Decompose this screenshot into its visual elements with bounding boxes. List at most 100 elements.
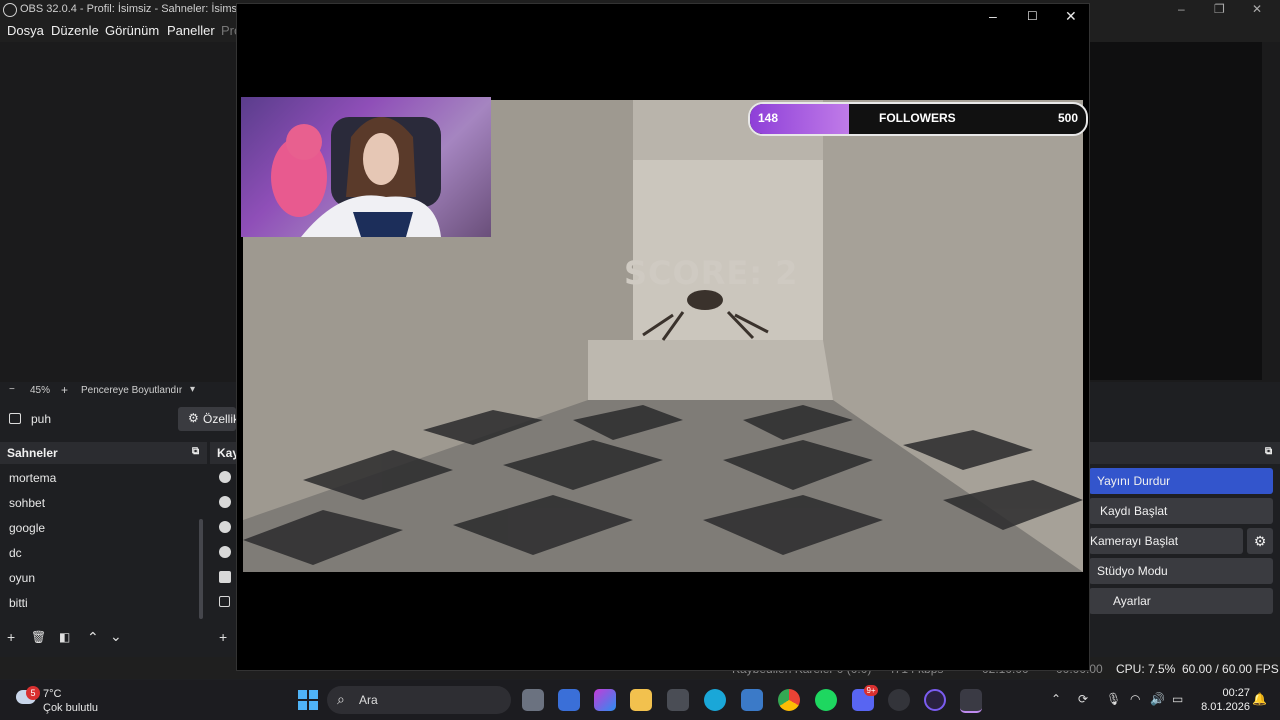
- image-icon[interactable]: [219, 596, 230, 607]
- browser-source-icon[interactable]: [219, 496, 231, 508]
- zoom-level: 45%: [30, 385, 51, 396]
- volume-icon[interactable]: 🔊: [1150, 692, 1165, 706]
- zoom-bar: − 45% + Pencereye Boyutlandır ▾: [0, 382, 236, 400]
- battery-icon[interactable]: ▭: [1172, 692, 1183, 706]
- move-down-icon[interactable]: ⌄: [110, 628, 122, 645]
- stop-stream-button[interactable]: Yayını Durdur: [1089, 468, 1273, 494]
- followers-current: 148: [758, 111, 779, 125]
- zoom-out-button[interactable]: −: [9, 384, 15, 395]
- scene-item[interactable]: dc: [9, 546, 22, 560]
- spotify-icon[interactable]: [815, 689, 837, 711]
- sources-header: Kay: [210, 442, 239, 464]
- add-scene-icon[interactable]: +: [7, 629, 15, 645]
- game-app-icon[interactable]: [741, 689, 763, 711]
- close-icon[interactable]: ✕: [1252, 2, 1262, 16]
- file-explorer-icon[interactable]: [630, 689, 652, 711]
- obs-taskbar-icon[interactable]: [960, 689, 982, 713]
- undock-icon[interactable]: ⧉: [1265, 446, 1272, 457]
- weather-desc: Çok bulutlu: [43, 702, 99, 714]
- followers-goal-bar: 148 FOLLOWERS 500: [748, 102, 1088, 136]
- score-display: SCORE: 2: [624, 254, 799, 292]
- start-camera-label: Kamerayı Başlat: [1090, 534, 1179, 548]
- task-view-icon[interactable]: [522, 689, 544, 711]
- notification-icon[interactable]: 🔔: [1252, 692, 1267, 706]
- scenes-title: Sahneler: [7, 446, 58, 460]
- fit-window-label[interactable]: Pencereye Boyutlandır: [81, 385, 182, 396]
- camera-icon[interactable]: [219, 571, 231, 583]
- maximize-icon[interactable]: ☐: [1027, 9, 1038, 23]
- camera-settings-gear-icon[interactable]: ⚙: [1247, 528, 1273, 554]
- stop-stream-label: Yayını Durdur: [1097, 474, 1171, 488]
- scenes-scrollbar[interactable]: [199, 519, 203, 619]
- browser-source-icon[interactable]: [219, 471, 231, 483]
- steam-icon[interactable]: [888, 689, 910, 711]
- menu-gorunum[interactable]: Görünüm: [105, 23, 159, 38]
- chrome-icon[interactable]: [778, 689, 800, 711]
- weather-temp: 7°C: [43, 688, 62, 700]
- sources-list: [210, 464, 236, 626]
- scenes-toolbar: + 🗑 ◧ ⌃ ⌄ +: [0, 628, 236, 650]
- minimize-icon[interactable]: –: [1178, 2, 1185, 16]
- current-scene-name: puh: [31, 412, 52, 426]
- studio-mode-button[interactable]: Stüdyo Modu: [1089, 558, 1273, 584]
- scenes-header: Sahneler ⧉: [0, 442, 207, 464]
- cpu-usage: CPU: 7.5%: [1116, 662, 1176, 676]
- add-source-icon[interactable]: +: [219, 629, 227, 645]
- menu-paneller[interactable]: Paneller: [167, 23, 215, 38]
- obs-window-title: OBS 32.0.4 - Profil: İsimsiz - Sahneler:…: [20, 3, 245, 15]
- browser-source-icon[interactable]: [219, 521, 231, 533]
- properties-label: Özellik: [203, 412, 240, 426]
- teams-icon[interactable]: [558, 689, 580, 711]
- filters-icon[interactable]: ◧: [59, 630, 70, 644]
- zoom-in-button[interactable]: +: [61, 383, 68, 397]
- wifi-icon[interactable]: ◠: [1130, 692, 1140, 706]
- microphone-icon[interactable]: 🎙: [1106, 692, 1121, 706]
- start-menu-icon[interactable]: [297, 689, 319, 711]
- properties-button[interactable]: ⚙ Özellik: [178, 407, 240, 431]
- taskbar-search[interactable]: ⌕ Ara: [327, 686, 511, 714]
- app-icon[interactable]: [667, 689, 689, 711]
- settings-button[interactable]: Ayarlar: [1089, 588, 1273, 614]
- menu-dosya[interactable]: Dosya: [7, 23, 44, 38]
- browser-source-icon[interactable]: [219, 546, 231, 558]
- scene-item[interactable]: sohbet: [9, 496, 45, 510]
- discord-badge: 9+: [864, 685, 878, 696]
- fps-display: 60.00 / 60.00 FPS: [1182, 662, 1279, 676]
- chevron-down-icon[interactable]: ▾: [190, 384, 195, 395]
- scene-item[interactable]: bitti: [9, 596, 28, 610]
- followers-goal: 500: [1057, 111, 1078, 125]
- obs-logo-icon: [3, 3, 17, 17]
- start-record-button[interactable]: Kaydı Başlat: [1089, 498, 1273, 524]
- trash-icon[interactable]: 🗑: [31, 630, 46, 644]
- webcam-overlay: [241, 97, 491, 237]
- clock-date: 8.01.2026: [1201, 701, 1250, 713]
- settings-label: Ayarlar: [1113, 594, 1151, 608]
- sync-icon[interactable]: ⟳: [1078, 692, 1088, 706]
- followers-label: FOLLOWERS: [879, 111, 956, 125]
- restore-icon[interactable]: ❐: [1214, 2, 1225, 16]
- game-window[interactable]: – ☐ ✕ 148 FOLLOWERS 500 SCORE: 2: [236, 3, 1090, 671]
- scenes-list: mortema sohbet google dc oyun bitti: [0, 464, 207, 626]
- weather-badge: 5: [26, 686, 40, 700]
- taskbar-clock[interactable]: 00:27 8.01.2026: [1201, 686, 1250, 714]
- monitor-icon: [9, 413, 21, 424]
- app-circle-icon[interactable]: [924, 689, 946, 711]
- scene-item[interactable]: google: [9, 521, 45, 535]
- undock-icon[interactable]: ⧉: [192, 446, 199, 457]
- close-icon[interactable]: ✕: [1065, 8, 1077, 25]
- chevron-up-icon[interactable]: ⌃: [1051, 692, 1061, 706]
- copilot-icon[interactable]: [594, 689, 616, 711]
- scene-item[interactable]: oyun: [9, 571, 35, 585]
- clock-time: 00:27: [1222, 687, 1250, 699]
- start-record-label: Kaydı Başlat: [1100, 504, 1168, 518]
- gear-icon: ⚙: [188, 411, 199, 425]
- studio-mode-label: Stüdyo Modu: [1097, 564, 1168, 578]
- menu-duzenle[interactable]: Düzenle: [51, 23, 99, 38]
- obs-preview-canvas: [1090, 42, 1262, 380]
- edge-icon[interactable]: [704, 689, 726, 711]
- scene-item[interactable]: mortema: [9, 471, 56, 485]
- minimize-icon[interactable]: –: [989, 8, 997, 24]
- start-camera-button[interactable]: Kamerayı Başlat: [1089, 528, 1243, 554]
- move-up-icon[interactable]: ⌃: [87, 629, 99, 646]
- game-titlebar[interactable]: – ☐ ✕: [237, 4, 1089, 30]
